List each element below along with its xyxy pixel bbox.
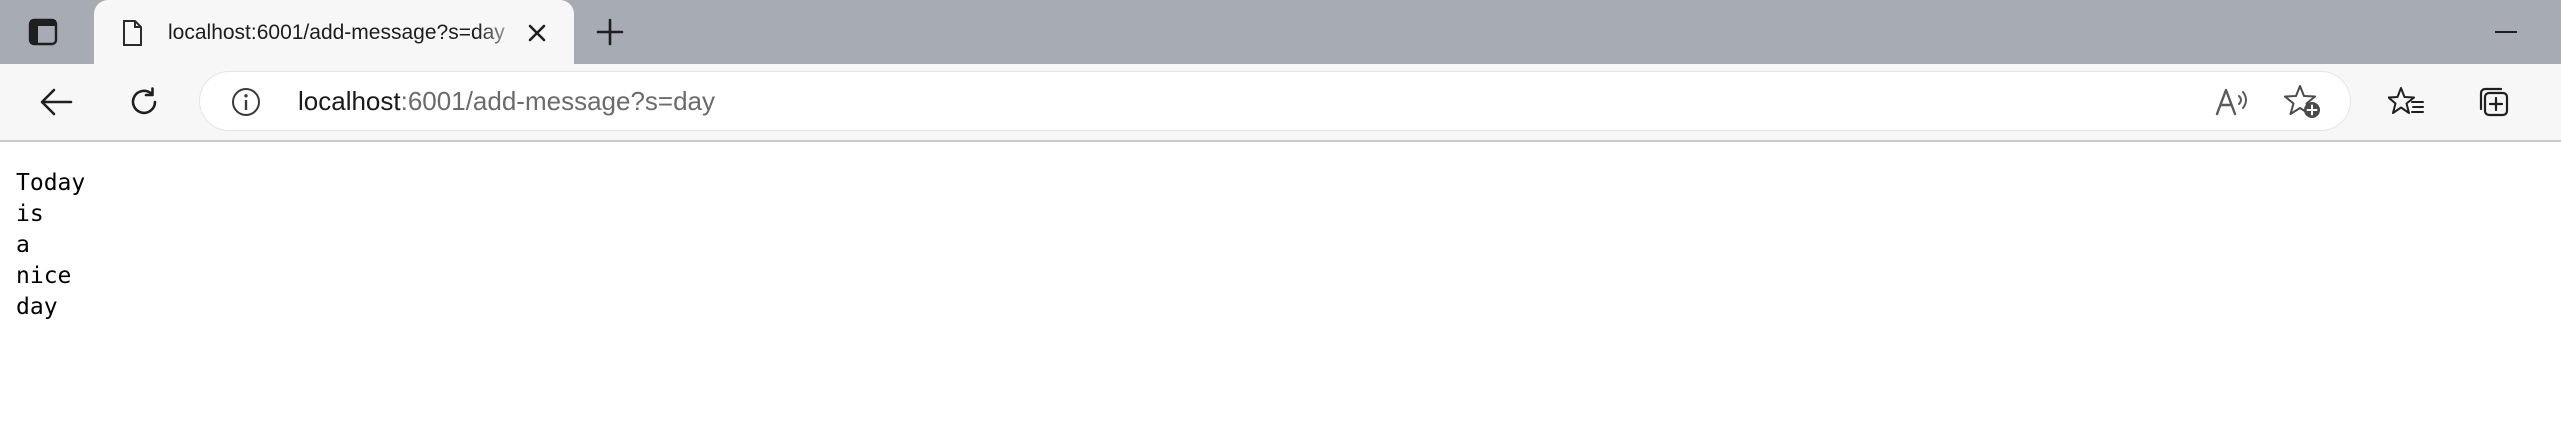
toolbar: localhost:6001/add-message?s=day	[0, 64, 2561, 142]
page-content: Today is a nice day	[0, 142, 2561, 435]
collections-icon	[2477, 85, 2511, 119]
minimize-button[interactable]	[2484, 14, 2528, 50]
url-host: localhost	[298, 86, 401, 116]
close-tab-button[interactable]	[522, 18, 552, 48]
message-line: Today	[16, 170, 86, 196]
document-icon	[118, 19, 146, 47]
active-tab[interactable]: localhost:6001/add-message?s=day	[94, 0, 574, 64]
close-icon	[527, 23, 547, 43]
tab-strip: localhost:6001/add-message?s=day	[0, 0, 2561, 64]
refresh-icon	[128, 86, 160, 118]
url-text[interactable]: localhost:6001/add-message?s=day	[298, 86, 715, 116]
read-aloud-icon	[2214, 86, 2250, 118]
site-info-button[interactable]	[230, 86, 262, 118]
collections-button[interactable]	[2472, 82, 2516, 122]
browser-window: localhost:6001/add-message?s=day localho…	[0, 0, 2561, 435]
tab-actions-button[interactable]	[26, 16, 60, 48]
minimize-icon	[2495, 30, 2517, 34]
favorites-icon	[2388, 86, 2424, 118]
message-line: is	[16, 201, 44, 227]
back-button[interactable]	[34, 82, 78, 122]
tab-actions-icon	[28, 18, 58, 46]
read-aloud-button[interactable]	[2212, 84, 2252, 120]
new-tab-button[interactable]	[590, 14, 630, 50]
tab-title: localhost:6001/add-message?s=day	[168, 21, 505, 44]
message-line: nice	[16, 263, 72, 289]
address-bar[interactable]: localhost:6001/add-message?s=day	[200, 72, 2350, 130]
url-path: :6001/add-message?s=day	[400, 86, 716, 116]
message-line: day	[16, 294, 58, 320]
plus-icon	[595, 17, 625, 47]
refresh-button[interactable]	[122, 82, 166, 122]
info-icon	[230, 86, 262, 118]
back-arrow-icon	[39, 87, 73, 117]
add-favorite-button[interactable]	[2283, 84, 2323, 120]
add-favorite-icon	[2284, 84, 2322, 120]
message-line: a	[16, 232, 30, 258]
message-lines: Today is a nice day	[16, 168, 85, 323]
favorites-button[interactable]	[2384, 82, 2428, 122]
